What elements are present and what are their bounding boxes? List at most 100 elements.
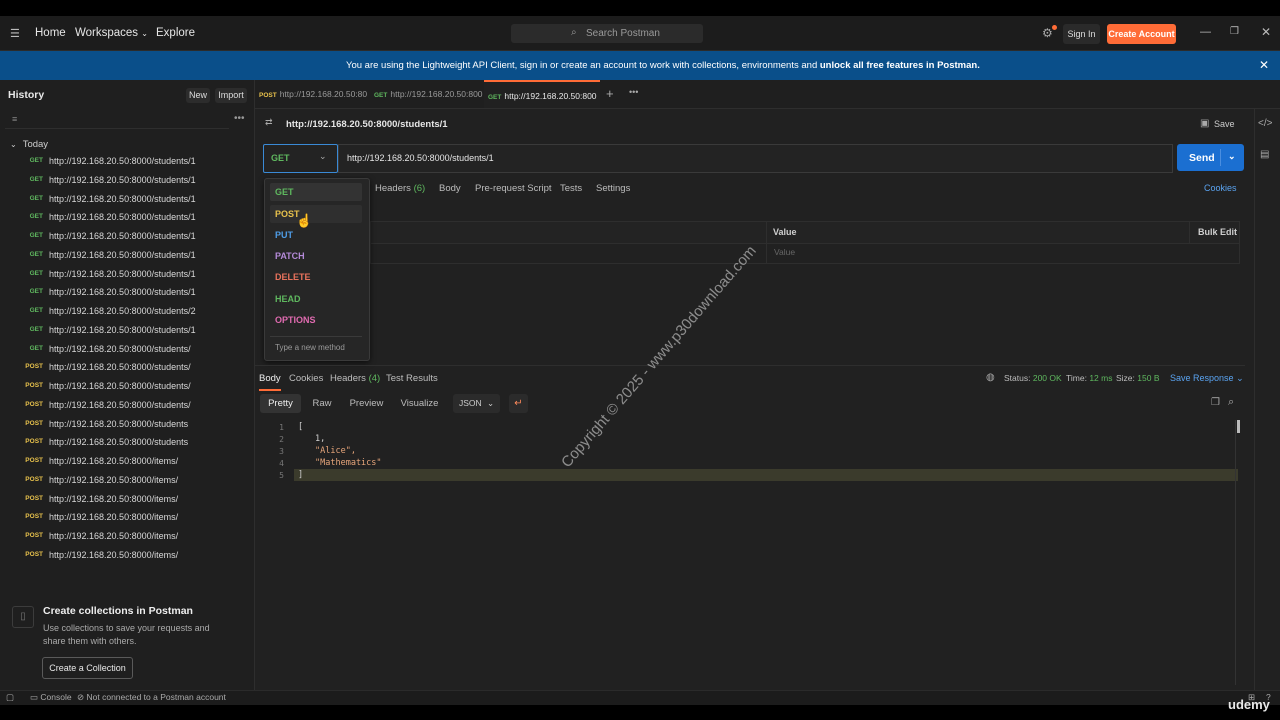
response-tab-body[interactable]: Body: [259, 373, 281, 391]
banner-bold-text[interactable]: unlock all free features in Postman.: [820, 60, 980, 71]
history-item[interactable]: POST http://192.168.20.50:8000/items/: [0, 472, 254, 491]
scrollbar-thumb[interactable]: [1237, 420, 1240, 433]
history-item[interactable]: GET http://192.168.20.50:8000/students/1: [0, 322, 254, 341]
console-button[interactable]: ▭ Console: [30, 692, 72, 703]
history-item[interactable]: GET http://192.168.20.50:8000/students/1: [0, 266, 254, 285]
method-option-patch[interactable]: PATCH: [270, 247, 362, 265]
history-item[interactable]: GET http://192.168.20.50:8000/students/1: [0, 247, 254, 266]
add-tab-icon[interactable]: +: [606, 86, 614, 101]
history-group-today[interactable]: ⌄ Today: [10, 139, 48, 150]
save-response-button[interactable]: Save Response ⌄: [1170, 373, 1244, 384]
minimize-icon[interactable]: —: [1200, 26, 1211, 38]
history-item[interactable]: GET http://192.168.20.50:8000/students/1: [0, 153, 254, 172]
save-button[interactable]: Save: [1214, 119, 1235, 129]
history-item[interactable]: POST http://192.168.20.50:8000/items/: [0, 453, 254, 472]
history-item-method: GET: [29, 250, 43, 258]
tab-body[interactable]: Body: [439, 183, 461, 194]
method-option-options[interactable]: OPTIONS: [270, 311, 362, 329]
import-button[interactable]: Import: [215, 88, 247, 103]
history-item[interactable]: GET http://192.168.20.50:8000/students/1: [0, 191, 254, 210]
method-option-head[interactable]: HEAD: [270, 290, 362, 308]
request-tab-1[interactable]: POST http://192.168.20.50:80: [259, 80, 367, 107]
history-filter[interactable]: ≡: [5, 112, 229, 129]
chevron-down-icon[interactable]: ⌄: [1228, 151, 1236, 162]
save-response-label: Save Response: [1170, 373, 1234, 383]
close-icon[interactable]: ✕: [1261, 25, 1271, 39]
method-option-delete[interactable]: DELETE: [270, 268, 362, 286]
history-item[interactable]: GET http://192.168.20.50:8000/students/1: [0, 172, 254, 191]
console-icon: ▭: [30, 692, 39, 702]
nav-explore[interactable]: Explore: [156, 27, 195, 39]
history-item[interactable]: POST http://192.168.20.50:8000/students: [0, 416, 254, 435]
history-item[interactable]: GET http://192.168.20.50:8000/students/: [0, 341, 254, 360]
history-item[interactable]: GET http://192.168.20.50:8000/students/2: [0, 303, 254, 322]
history-item[interactable]: POST http://192.168.20.50:8000/items/: [0, 491, 254, 510]
history-item-method: POST: [25, 382, 43, 389]
cookies-link[interactable]: Cookies: [1204, 183, 1237, 193]
tab-settings[interactable]: Settings: [596, 183, 630, 194]
more-icon[interactable]: •••: [234, 113, 245, 124]
method-option-post[interactable]: POST: [270, 205, 362, 223]
tab-tests[interactable]: Tests: [560, 183, 582, 194]
value-input[interactable]: Value: [774, 247, 795, 257]
line-number: 2: [279, 435, 284, 444]
code-icon[interactable]: </>: [1258, 118, 1272, 129]
tab-prerequest[interactable]: Pre-request Script: [475, 183, 552, 194]
restore-icon[interactable]: ❐: [1230, 26, 1239, 37]
format-pretty[interactable]: Pretty: [260, 394, 301, 413]
method-option-put[interactable]: PUT: [270, 226, 362, 244]
method-option-get[interactable]: GET: [270, 183, 362, 201]
url-input[interactable]: http://192.168.20.50:8000/students/1: [338, 144, 1173, 173]
method-select[interactable]: GET ⌄: [263, 144, 338, 173]
history-item[interactable]: GET http://192.168.20.50:8000/students/1: [0, 284, 254, 303]
format-type-select[interactable]: JSON ⌄: [453, 394, 500, 413]
history-item[interactable]: POST http://192.168.20.50:8000/items/: [0, 547, 254, 566]
status-bar: ▢ ▭ Console ⊘ Not connected to a Postman…: [0, 690, 1280, 706]
new-button[interactable]: New: [186, 88, 210, 103]
history-item-method: POST: [25, 419, 43, 427]
promo-text: Use collections to save your requests an…: [43, 623, 210, 646]
search-bar[interactable]: ⌕ Search Postman: [511, 24, 703, 43]
request-title[interactable]: http://192.168.20.50:8000/students/1: [286, 119, 448, 130]
sidebar-toggle-icon[interactable]: ▢: [6, 692, 14, 703]
tab-headers[interactable]: Headers (6): [375, 183, 425, 194]
new-method-input[interactable]: Type a new method: [275, 343, 345, 352]
nav-home[interactable]: Home: [35, 27, 66, 39]
nav-workspaces[interactable]: Workspaces ⌄: [75, 27, 148, 39]
menu-icon[interactable]: ☰: [10, 27, 20, 40]
docs-icon[interactable]: ▤: [1260, 149, 1269, 160]
format-visualize[interactable]: Visualize: [397, 394, 442, 413]
history-item[interactable]: POST http://192.168.20.50:8000/students/: [0, 397, 254, 416]
history-item[interactable]: POST http://192.168.20.50:8000/students: [0, 434, 254, 453]
response-tab-cookies[interactable]: Cookies: [289, 373, 323, 384]
history-item[interactable]: POST http://192.168.20.50:8000/items/: [0, 528, 254, 547]
format-raw[interactable]: Raw: [306, 394, 338, 413]
history-item[interactable]: POST http://192.168.20.50:8000/students/: [0, 378, 254, 397]
format-preview[interactable]: Preview: [345, 394, 388, 413]
status-value: 200 OK: [1032, 373, 1062, 383]
history-item[interactable]: GET http://192.168.20.50:8000/students/1: [0, 209, 254, 228]
value-column-header: Value: [773, 227, 797, 237]
create-account-button[interactable]: Create Account: [1107, 24, 1176, 44]
history-item[interactable]: GET http://192.168.20.50:8000/students/1: [0, 228, 254, 247]
tab-more-icon[interactable]: •••: [629, 87, 638, 97]
scrollbar-track[interactable]: [1235, 420, 1236, 685]
history-item[interactable]: POST http://192.168.20.50:8000/students/: [0, 359, 254, 378]
request-tab-2[interactable]: GET http://192.168.20.50:800: [374, 80, 483, 107]
send-button[interactable]: Send ⌄: [1177, 144, 1244, 171]
history-item-method: GET: [29, 213, 43, 221]
response-tab-headers[interactable]: Headers (4): [330, 373, 380, 384]
time-readout: Time: 12 ms: [1066, 373, 1112, 383]
sign-in-button[interactable]: Sign In: [1063, 24, 1100, 44]
history-item-url: http://192.168.20.50:8000/students: [49, 437, 189, 448]
create-collection-button[interactable]: Create a Collection: [42, 657, 133, 679]
history-item[interactable]: POST http://192.168.20.50:8000/items/: [0, 509, 254, 528]
history-item-method: GET: [29, 288, 43, 296]
bulk-edit-button[interactable]: Bulk Edit: [1198, 227, 1237, 237]
response-tab-test-results[interactable]: Test Results: [386, 373, 438, 384]
search-icon[interactable]: ⌕: [1228, 396, 1234, 409]
wrap-lines-icon[interactable]: ↵: [509, 394, 528, 413]
banner-close-icon[interactable]: ✕: [1259, 58, 1269, 72]
copy-icon[interactable]: ❐: [1211, 397, 1220, 408]
request-tab-3[interactable]: GET http://192.168.20.50:800: [484, 80, 600, 108]
